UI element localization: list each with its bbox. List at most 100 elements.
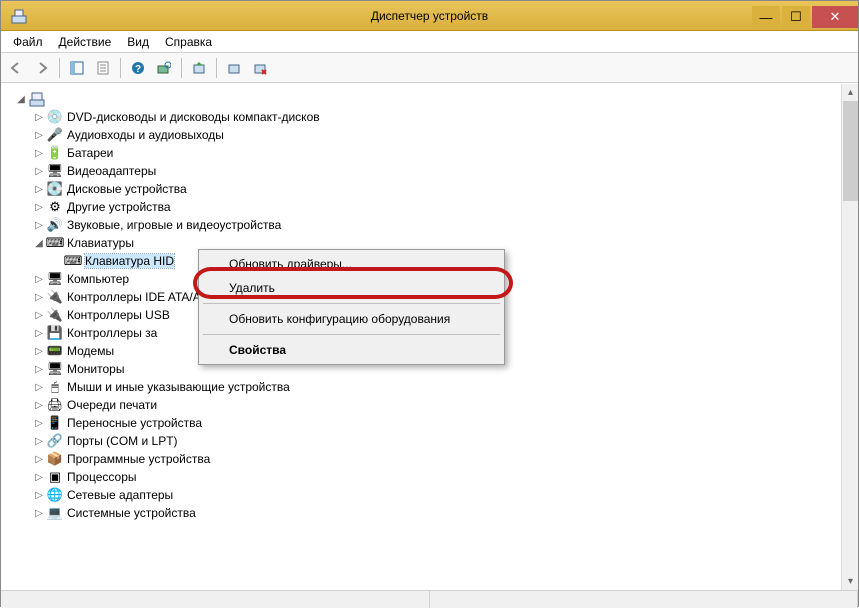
expand-icon[interactable]: ▷ — [33, 220, 45, 231]
ctx-separator — [203, 334, 500, 335]
keyboard-icon: ⌨ — [47, 235, 63, 251]
toolbar-separator — [59, 58, 60, 78]
update-driver-button[interactable] — [188, 57, 210, 79]
svg-text:?: ? — [135, 64, 141, 75]
disable-button[interactable] — [249, 57, 271, 79]
expand-icon[interactable]: ▷ — [33, 112, 45, 123]
tree-item-audio-io[interactable]: ▷🎤Аудиовходы и аудиовыходы — [33, 126, 858, 144]
tree-item-dvd[interactable]: ▷💿DVD-дисководы и дисководы компакт-диск… — [33, 108, 858, 126]
printer-icon: 🖨 — [47, 397, 63, 413]
titlebar: Диспетчер устройств — ☐ ✕ — [1, 1, 858, 31]
expand-icon[interactable]: ▷ — [33, 346, 45, 357]
ports-icon: 🔗 — [47, 433, 63, 449]
menu-file[interactable]: Файл — [5, 33, 51, 51]
tree-item-mice[interactable]: ▷🖱Мыши и иные указывающие устройства — [33, 378, 858, 396]
expand-icon[interactable]: ▷ — [33, 328, 45, 339]
window-title: Диспетчер устройств — [371, 9, 488, 23]
expand-icon[interactable]: ▷ — [33, 400, 45, 411]
keyboard-icon: ⌨ — [65, 253, 81, 269]
expand-icon[interactable]: ▷ — [33, 184, 45, 195]
expand-icon[interactable]: ▷ — [33, 130, 45, 141]
portable-icon: 📱 — [47, 415, 63, 431]
cpu-icon: ▣ — [47, 469, 63, 485]
disk-icon: 💽 — [47, 181, 63, 197]
toolbar-separator — [120, 58, 121, 78]
toolbar: ? — [1, 53, 858, 83]
toolbar-separator — [216, 58, 217, 78]
content-area: ◢ ▷💿DVD-дисководы и дисководы компакт-ди… — [1, 83, 858, 590]
expand-icon[interactable]: ▷ — [33, 454, 45, 465]
computer-icon: 🖥 — [47, 271, 63, 287]
tree-item-video[interactable]: ▷🖥Видеоадаптеры — [33, 162, 858, 180]
tree-item-portable[interactable]: ▷📱Переносные устройства — [33, 414, 858, 432]
status-cell — [430, 591, 859, 608]
storage-icon: 💾 — [47, 325, 63, 341]
help-toolbar-button[interactable]: ? — [127, 57, 149, 79]
expand-icon[interactable]: ▷ — [33, 508, 45, 519]
menubar: Файл Действие Вид Справка — [1, 31, 858, 53]
collapse-icon[interactable]: ◢ — [33, 238, 45, 249]
tree-item-software[interactable]: ▷📦Программные устройства — [33, 450, 858, 468]
expand-icon[interactable]: ▷ — [33, 292, 45, 303]
expand-icon[interactable]: ▷ — [33, 166, 45, 177]
menu-view[interactable]: Вид — [119, 33, 157, 51]
other-icon: ⚙ — [47, 199, 63, 215]
tree-item-other[interactable]: ▷⚙Другие устройства — [33, 198, 858, 216]
video-icon: 🖥 — [47, 163, 63, 179]
scroll-up-icon[interactable]: ▴ — [842, 84, 858, 101]
maximize-button[interactable]: ☐ — [782, 6, 810, 28]
ctx-update-drivers[interactable]: Обновить драйверы... — [201, 252, 502, 276]
tree-item-print-queues[interactable]: ▷🖨Очереди печати — [33, 396, 858, 414]
battery-icon: 🔋 — [47, 145, 63, 161]
window-controls: — ☐ ✕ — [752, 3, 858, 28]
tree-item-ports[interactable]: ▷🔗Порты (COM и LPT) — [33, 432, 858, 450]
expand-icon[interactable]: ▷ — [33, 418, 45, 429]
properties-toolbar-button[interactable] — [92, 57, 114, 79]
app-icon — [11, 8, 27, 24]
computer-icon — [29, 91, 45, 107]
vertical-scrollbar[interactable]: ▴ ▾ — [841, 84, 858, 590]
forward-button[interactable] — [31, 57, 53, 79]
tree-item-disk[interactable]: ▷💽Дисковые устройства — [33, 180, 858, 198]
context-menu: Обновить драйверы... Удалить Обновить ко… — [198, 249, 505, 365]
show-hide-tree-button[interactable] — [66, 57, 88, 79]
selected-device: Клавиатура HID — [85, 254, 174, 268]
expand-icon[interactable]: ▷ — [33, 148, 45, 159]
ctx-scan-hardware[interactable]: Обновить конфигурацию оборудования — [201, 307, 502, 331]
expand-icon[interactable]: ▷ — [33, 202, 45, 213]
software-icon: 📦 — [47, 451, 63, 467]
collapse-icon[interactable]: ◢ — [15, 94, 27, 105]
ctx-separator — [203, 303, 500, 304]
ctx-properties[interactable]: Свойства — [201, 338, 502, 362]
network-icon: 🌐 — [47, 487, 63, 503]
expand-icon[interactable]: ▷ — [33, 274, 45, 285]
expand-icon[interactable]: ▷ — [33, 472, 45, 483]
uninstall-button[interactable] — [223, 57, 245, 79]
mouse-icon: 🖱 — [47, 379, 63, 395]
audio-icon: 🎤 — [47, 127, 63, 143]
menu-action[interactable]: Действие — [51, 33, 120, 51]
tree-item-batteries[interactable]: ▷🔋Батареи — [33, 144, 858, 162]
menu-help[interactable]: Справка — [157, 33, 220, 51]
back-button[interactable] — [5, 57, 27, 79]
scroll-down-icon[interactable]: ▾ — [842, 573, 858, 590]
tree-item-system[interactable]: ▷💻Системные устройства — [33, 504, 858, 522]
modem-icon: 📟 — [47, 343, 63, 359]
close-button[interactable]: ✕ — [812, 6, 858, 28]
monitor-icon: 🖥 — [47, 361, 63, 377]
expand-icon[interactable]: ▷ — [33, 310, 45, 321]
tree-root[interactable]: ◢ — [15, 90, 858, 108]
ctx-delete[interactable]: Удалить — [201, 276, 502, 300]
minimize-button[interactable]: — — [752, 6, 780, 28]
expand-icon[interactable]: ▷ — [33, 490, 45, 501]
tree-item-network[interactable]: ▷🌐Сетевые адаптеры — [33, 486, 858, 504]
scroll-thumb[interactable] — [843, 101, 858, 201]
toolbar-separator — [181, 58, 182, 78]
expand-icon[interactable]: ▷ — [33, 364, 45, 375]
expand-icon[interactable]: ▷ — [33, 382, 45, 393]
ide-icon: 🔌 — [47, 289, 63, 305]
scan-hardware-button[interactable] — [153, 57, 175, 79]
tree-item-sound[interactable]: ▷🔊Звуковые, игровые и видеоустройства — [33, 216, 858, 234]
expand-icon[interactable]: ▷ — [33, 436, 45, 447]
tree-item-cpu[interactable]: ▷▣Процессоры — [33, 468, 858, 486]
